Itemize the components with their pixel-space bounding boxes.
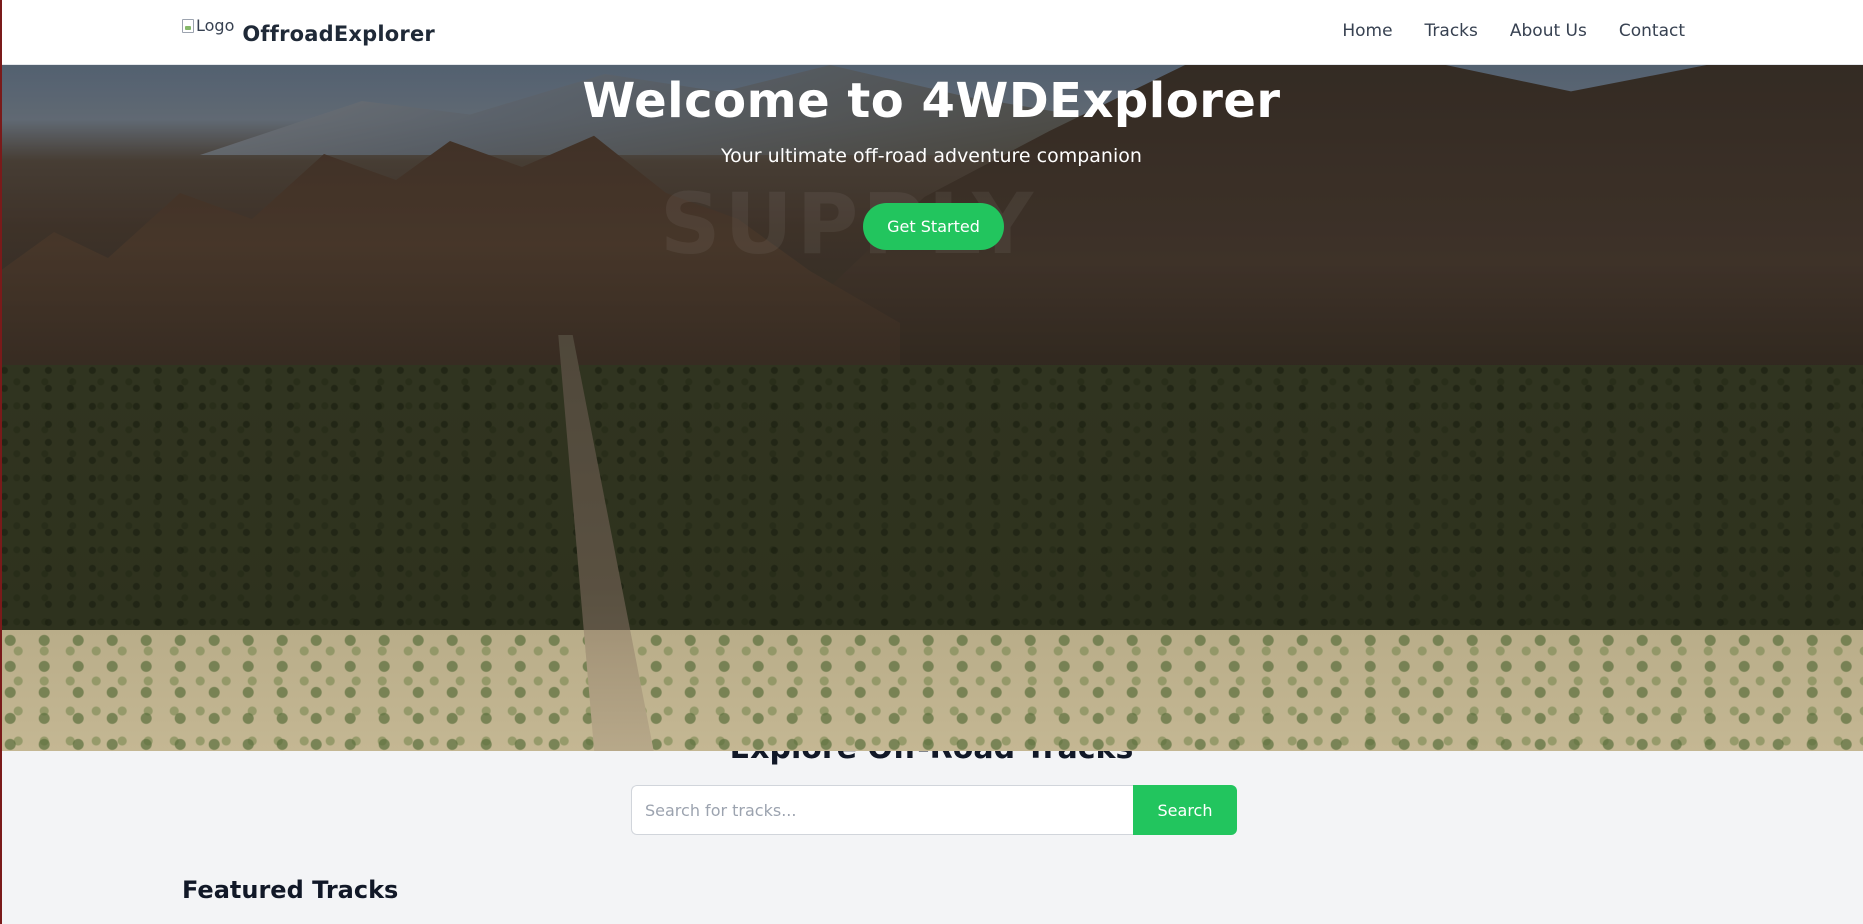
nav-link-home[interactable]: Home [1342,21,1392,41]
brand[interactable]: Logo OffroadExplorer [182,17,435,46]
hero-desert-floor [0,630,1863,751]
featured-tracks-title: Featured Tracks [182,876,399,904]
brand-name[interactable]: OffroadExplorer [242,22,435,46]
hero-title: Welcome to 4WDExplorer [582,73,1281,129]
search-input[interactable] [631,785,1133,835]
window-edge [0,0,2,924]
nav-link-tracks[interactable]: Tracks [1425,21,1478,41]
navbar: Logo OffroadExplorer Home Tracks About U… [0,0,1863,65]
logo-alt-text: Logo [196,16,235,35]
nav-links: Home Tracks About Us Contact [1342,21,1685,41]
track-search-bar: Search [631,785,1237,835]
hero-subtitle: Your ultimate off-road adventure compani… [721,145,1142,167]
hero-section: SUPPLY Welcome to 4WDExplorer Your ultim… [0,65,1863,751]
logo-image: Logo [182,17,234,35]
broken-image-icon [182,19,194,33]
nav-link-about-us[interactable]: About Us [1510,21,1587,41]
get-started-button[interactable]: Get Started [863,203,1004,250]
search-button[interactable]: Search [1133,785,1237,835]
nav-link-contact[interactable]: Contact [1619,21,1685,41]
